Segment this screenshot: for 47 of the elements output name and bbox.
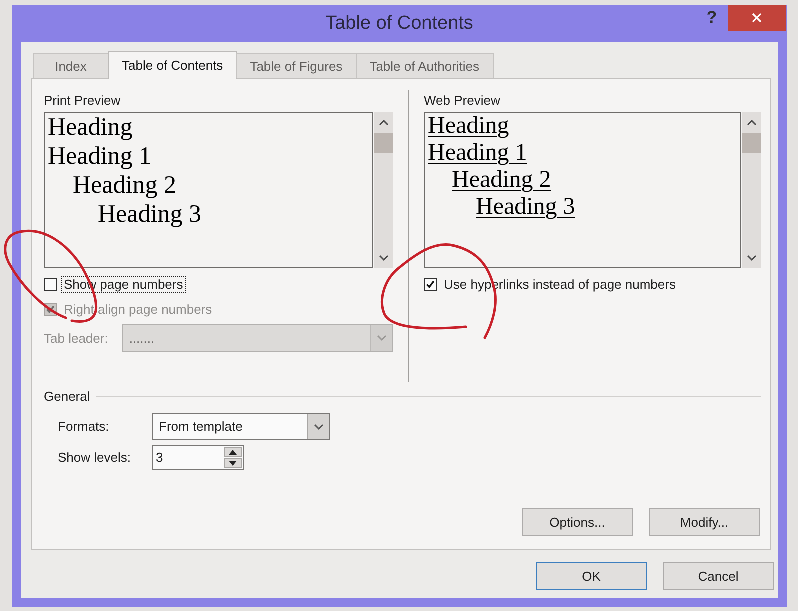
chevron-up-icon — [378, 120, 388, 126]
chevron-up-icon — [746, 120, 756, 126]
chevron-down-icon — [376, 335, 386, 341]
preview-heading: Heading — [48, 113, 133, 142]
window-title: Table of Contents — [326, 12, 474, 34]
checkmark-icon — [426, 280, 435, 288]
dialog-button[interactable]: Cancel — [663, 562, 774, 590]
field-label: Show levels: — [58, 450, 132, 465]
chevron-down-icon — [746, 255, 756, 261]
tab[interactable]: Table of Figures — [236, 53, 357, 78]
close-button[interactable] — [728, 5, 786, 31]
dialog-button[interactable]: OK — [536, 562, 647, 590]
chevron-down-icon — [314, 424, 324, 430]
spin-up-button[interactable] — [224, 447, 242, 457]
preview-heading: Heading 1 — [48, 142, 152, 171]
dropdown[interactable]: From template — [152, 413, 330, 440]
field-label: Formats: — [58, 419, 110, 434]
heading-link[interactable]: Heading 2 — [452, 167, 552, 194]
close-icon — [752, 13, 762, 23]
section-label: Print Preview — [44, 93, 121, 108]
triangle-down-icon — [229, 460, 237, 466]
field-label: Tab leader: — [44, 330, 108, 346]
dropdown-button[interactable] — [307, 414, 329, 439]
tab[interactable]: Table of Authorities — [356, 53, 494, 78]
preview-heading: Heading 3 — [98, 200, 202, 229]
preview-heading: Heading 2 — [73, 171, 176, 200]
scrollbar-thumb[interactable] — [374, 133, 393, 153]
number-spinner[interactable]: 3 — [152, 445, 244, 470]
tab[interactable]: Table of Contents — [108, 51, 238, 79]
checkmark-icon — [46, 304, 55, 314]
tab[interactable]: Index — [33, 53, 109, 78]
heading-link[interactable]: Heading 1 — [428, 140, 528, 167]
triangle-up-icon — [229, 450, 237, 454]
help-button[interactable]: ? — [699, 5, 725, 31]
checkbox[interactable] — [424, 278, 437, 290]
spin-down-button[interactable] — [224, 458, 242, 468]
action-button[interactable]: Modify... — [649, 508, 760, 536]
heading-link[interactable]: Heading — [428, 113, 510, 140]
scrollbar-thumb[interactable] — [742, 133, 761, 153]
scrollbar[interactable] — [374, 112, 393, 268]
chevron-down-icon — [378, 255, 388, 261]
group-label: General — [44, 388, 90, 404]
section-label: Web Preview — [424, 93, 500, 108]
scrollbar[interactable] — [742, 112, 761, 268]
action-button[interactable]: Options... — [522, 508, 633, 536]
heading-link[interactable]: Heading 3 — [476, 194, 576, 221]
checkbox[interactable] — [44, 278, 57, 290]
